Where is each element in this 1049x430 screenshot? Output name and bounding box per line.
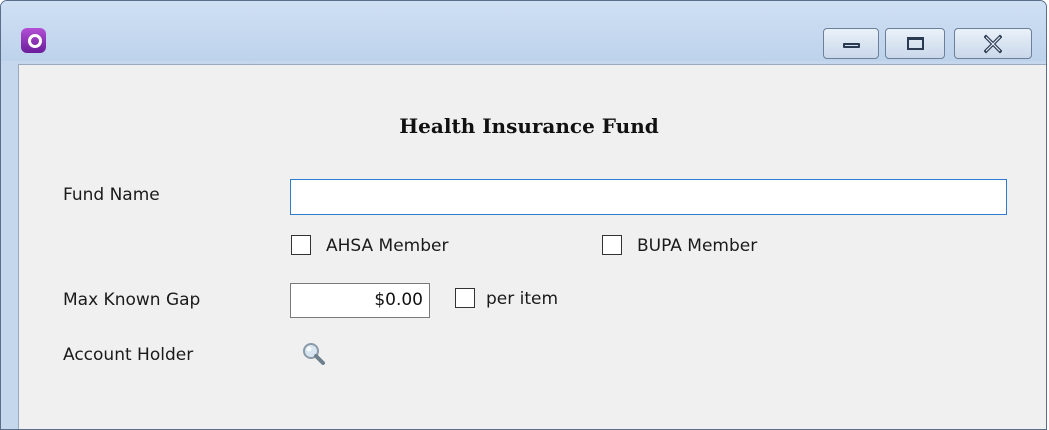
close-icon xyxy=(984,34,1002,54)
fund-name-input[interactable] xyxy=(290,179,1007,215)
fund-name-label: Fund Name xyxy=(63,185,160,205)
per-item-label[interactable]: per item xyxy=(486,289,558,309)
maximize-icon xyxy=(907,37,924,50)
ahsa-member-label[interactable]: AHSA Member xyxy=(326,236,448,256)
form-title: Health Insurance Fund xyxy=(399,114,659,138)
form-panel: Health Insurance Fund Fund Name AHSA Mem… xyxy=(18,64,1046,429)
title-bar[interactable] xyxy=(1,1,1046,61)
max-known-gap-input[interactable]: $0.00 xyxy=(290,283,430,318)
search-icon[interactable] xyxy=(302,342,326,366)
per-item-checkbox[interactable] xyxy=(455,288,475,308)
account-holder-label: Account Holder xyxy=(63,345,194,365)
app-logo-icon[interactable] xyxy=(21,28,46,53)
max-known-gap-label: Max Known Gap xyxy=(63,290,201,310)
dialog-window: Health Insurance Fund Fund Name AHSA Mem… xyxy=(0,0,1047,430)
minimize-button[interactable] xyxy=(823,28,879,59)
close-button[interactable] xyxy=(954,28,1032,59)
bupa-member-checkbox[interactable] xyxy=(602,235,622,255)
maximize-button[interactable] xyxy=(885,28,945,59)
ahsa-member-checkbox[interactable] xyxy=(291,235,311,255)
minimize-icon xyxy=(843,43,860,48)
bupa-member-label[interactable]: BUPA Member xyxy=(637,236,757,256)
max-known-gap-value: $0.00 xyxy=(374,290,423,310)
